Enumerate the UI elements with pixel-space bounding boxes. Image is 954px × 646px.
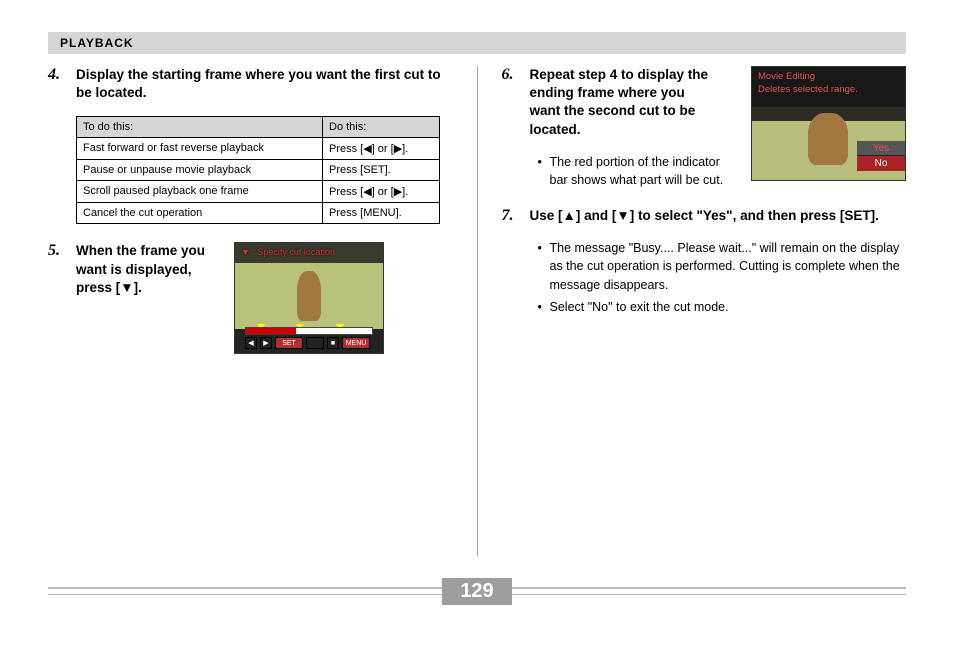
table-cell: Press [◀] or [▶]. xyxy=(323,181,440,203)
table-row: Scroll paused playback one frame Press [… xyxy=(77,181,440,203)
menu-label: MENU xyxy=(342,337,370,349)
step-number: 5. xyxy=(48,242,68,260)
button-row: ◀ ▶ SET ■ MENU xyxy=(245,337,373,351)
step-number: 7. xyxy=(502,207,522,225)
right-column: 6. Repeat step 4 to display the ending f… xyxy=(478,66,907,556)
step-6-bullets: The red portion of the indicator bar sho… xyxy=(538,153,728,189)
timeline-bar xyxy=(245,327,373,335)
instruction-table: To do this: Do this: Fast forward or fas… xyxy=(76,116,440,224)
screenshot-movie-editing: Movie Editing Deletes selected range. Ye… xyxy=(751,66,906,181)
table-header-row: To do this: Do this: xyxy=(77,117,440,138)
step-7-bullets: The message "Busy.... Please wait..." wi… xyxy=(538,239,907,316)
bullet: Select "No" to exit the cut mode. xyxy=(538,298,907,316)
bullet: The red portion of the indicator bar sho… xyxy=(538,153,728,189)
table-head-todo: To do this: xyxy=(77,117,323,138)
screenshot-subtitle: Deletes selected range. xyxy=(758,84,899,95)
table-cell: Fast forward or fast reverse playback xyxy=(77,138,323,160)
left-arrow-icon: ◀ xyxy=(245,337,257,349)
table-cell: Press [MENU]. xyxy=(323,203,440,224)
table-row: Cancel the cut operation Press [MENU]. xyxy=(77,203,440,224)
table-cell: Press [SET]. xyxy=(323,160,440,181)
table-head-dothis: Do this: xyxy=(323,117,440,138)
option-no: No xyxy=(857,156,905,171)
screenshot-title: Movie Editing xyxy=(758,71,899,82)
stop-icon: ■ xyxy=(327,337,339,349)
timeline-red-portion xyxy=(246,328,296,334)
step-7: 7. Use [▲] and [▼] to select "Yes", and … xyxy=(502,207,907,225)
footer-line xyxy=(512,587,906,595)
screenshot-overlay-text: ▼ : Specify cut location xyxy=(241,247,377,257)
step-4: 4. Display the starting frame where you … xyxy=(48,66,453,102)
section-header: PLAYBACK xyxy=(48,32,906,54)
table-cell: Pause or unpause movie playback xyxy=(77,160,323,181)
step-text: Use [▲] and [▼] to select "Yes", and the… xyxy=(530,207,907,225)
timeline-markers xyxy=(245,319,373,325)
table-row: Fast forward or fast reverse playback Pr… xyxy=(77,138,440,160)
step-5: 5. When the frame you want is displayed,… xyxy=(48,242,453,354)
page-number: 129 xyxy=(442,578,511,605)
right-arrow-icon: ▶ xyxy=(260,337,272,349)
screenshot-specify-cut: ▼ : Specify cut location ◀ ▶ SET ■ MENU xyxy=(234,242,384,354)
footer-line xyxy=(48,587,442,595)
table-row: Pause or unpause movie playback Press [S… xyxy=(77,160,440,181)
step-number: 4. xyxy=(48,66,68,102)
screenshot-topbar: Movie Editing Deletes selected range. xyxy=(752,67,905,107)
left-column: 4. Display the starting frame where you … xyxy=(48,66,478,556)
section-title: PLAYBACK xyxy=(60,36,134,50)
deer-figure xyxy=(297,271,321,321)
bullet: The message "Busy.... Please wait..." wi… xyxy=(538,239,907,293)
content-columns: 4. Display the starting frame where you … xyxy=(48,66,906,556)
deer-figure xyxy=(808,113,848,165)
table-cell: Press [◀] or [▶]. xyxy=(323,138,440,160)
yes-no-menu: Yes No xyxy=(857,141,905,171)
option-yes: Yes xyxy=(857,141,905,156)
step-text: Repeat step 4 to display the ending fram… xyxy=(530,66,710,139)
step-text: Display the starting frame where you wan… xyxy=(76,66,453,102)
table-cell: Scroll paused playback one frame xyxy=(77,181,323,203)
set-label: SET xyxy=(275,337,303,349)
step-number: 6. xyxy=(502,66,522,139)
table-cell: Cancel the cut operation xyxy=(77,203,323,224)
step-text: When the frame you want is displayed, pr… xyxy=(76,242,226,297)
page-footer: 129 xyxy=(48,576,906,606)
